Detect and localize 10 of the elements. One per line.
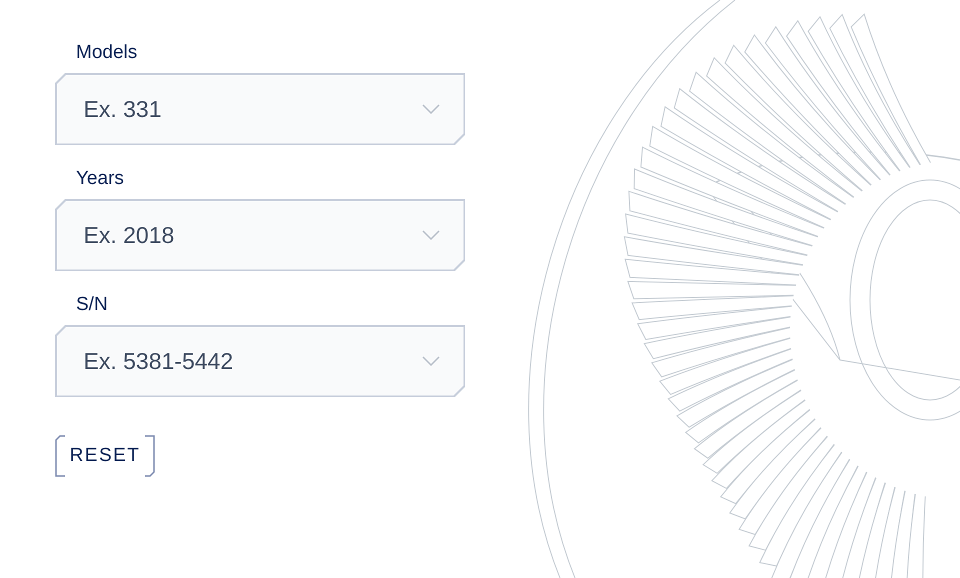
field-label: Years <box>76 167 124 191</box>
dropdown-field[interactable]: Ex. 5381-5442 <box>55 325 465 397</box>
chevron-down-icon <box>422 104 440 114</box>
dropdown-field[interactable]: Ex. 331 <box>55 73 465 145</box>
chevron-down-icon <box>422 230 440 240</box>
field-label: S/N <box>76 293 108 317</box>
dropdown-field[interactable]: Ex. 2018 <box>55 199 465 271</box>
field-label: Models <box>76 41 138 65</box>
reset-button[interactable]: RESET <box>55 435 155 477</box>
chevron-down-icon <box>422 356 440 366</box>
